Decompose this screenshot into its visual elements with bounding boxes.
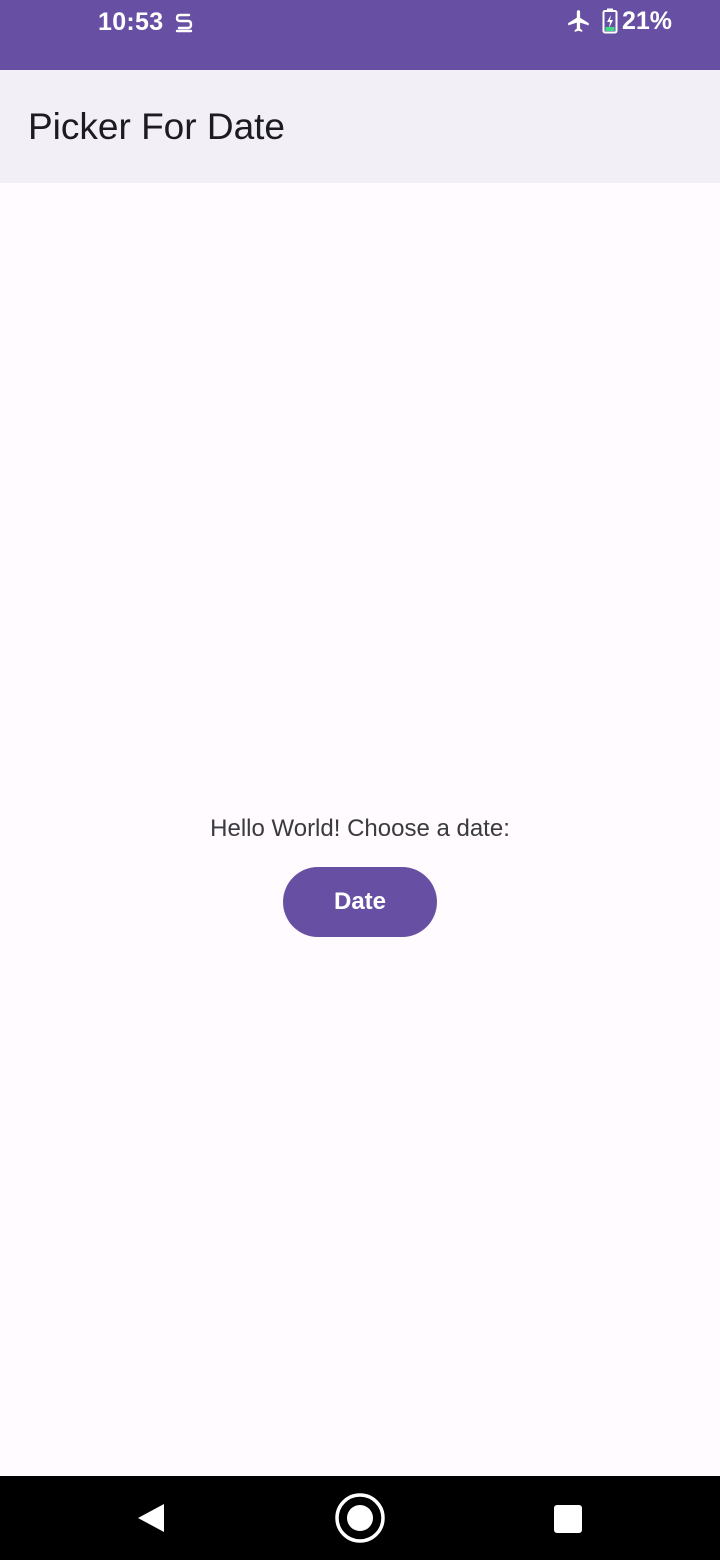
main-content: Hello World! Choose a date: Date (0, 183, 720, 1476)
date-button[interactable]: Date (283, 867, 437, 937)
status-bar: 10:53 21% (0, 0, 720, 70)
app-bar: Picker For Date (0, 70, 720, 183)
s-notification-icon (175, 13, 193, 33)
battery-percentage: 21% (621, 6, 672, 35)
battery-charging-icon (602, 8, 618, 34)
navigation-bar (0, 1476, 720, 1560)
airplane-mode-icon (568, 10, 589, 32)
prompt-text: Hello World! Choose a date: (210, 815, 510, 842)
status-time: 10:53 (98, 8, 164, 36)
page-title: Picker For Date (28, 106, 286, 147)
recents-icon[interactable] (554, 1505, 582, 1533)
back-icon[interactable] (136, 1502, 166, 1534)
home-icon[interactable] (334, 1492, 386, 1544)
status-icons: 21% (566, 6, 672, 36)
